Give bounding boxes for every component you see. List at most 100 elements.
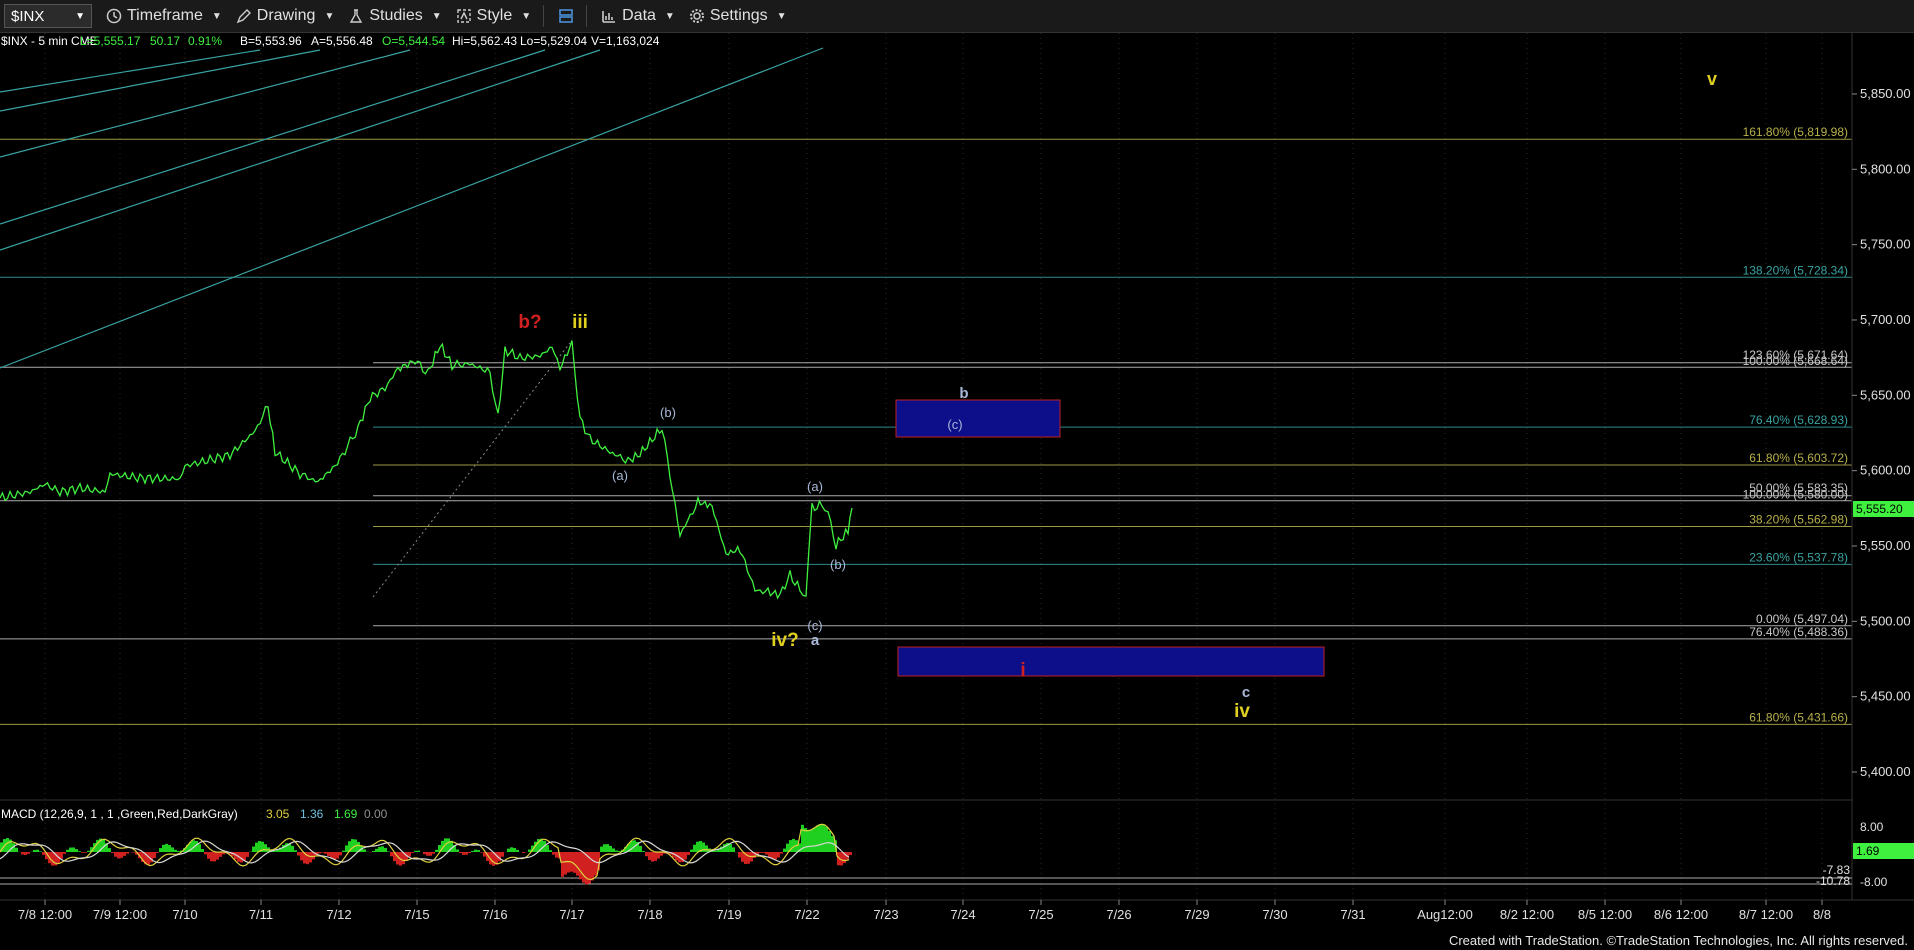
fib-level-label: 38.20% (5,562.98) <box>1749 512 1848 526</box>
settings-menu[interactable]: Settings ▼ <box>689 7 787 25</box>
macd-bar <box>819 824 822 852</box>
macd-bar <box>171 847 174 852</box>
macd-bar <box>687 852 690 855</box>
macd-bar <box>162 844 165 852</box>
timeframe-menu[interactable]: Timeframe ▼ <box>106 7 222 25</box>
chart-toolbar: $INX ▼ Timeframe ▼ Drawing ▼ Studies ▼ Styl… <box>0 0 1914 33</box>
fib-level-label: 138.20% (5,728.34) <box>1743 263 1848 277</box>
wave-label: (c) <box>807 618 822 633</box>
macd-bar <box>372 850 375 852</box>
macd-bar <box>264 844 267 852</box>
macd-bar <box>783 848 786 852</box>
macd-bar <box>333 852 336 860</box>
macd-bar <box>210 852 213 862</box>
macd-bar <box>216 852 219 860</box>
macd-bar <box>153 852 156 859</box>
macd-bar <box>555 852 558 858</box>
time-tick-label: 7/10 <box>172 907 197 922</box>
drawing-menu[interactable]: Drawing ▼ <box>236 7 335 25</box>
macd-last-value: 1.69 <box>1856 844 1880 858</box>
macd-bar <box>768 852 771 857</box>
macd-bar <box>684 852 687 860</box>
wave-label: b? <box>518 312 541 333</box>
macd-bar <box>51 852 54 866</box>
data-menu[interactable]: Data ▼ <box>601 7 675 25</box>
fib-level-label: 23.60% (5,537.78) <box>1749 550 1848 564</box>
caret-icon: ▼ <box>431 10 442 22</box>
caret-icon: ▼ <box>776 10 787 22</box>
style-menu[interactable]: Style ▼ <box>456 7 531 25</box>
header-field: Lo=5,529.04 <box>520 34 587 48</box>
macd-bar <box>108 848 111 852</box>
macd-bar <box>324 852 327 854</box>
price-tick-label: 5,400.00 <box>1860 764 1911 779</box>
macd-bar <box>828 830 831 852</box>
macd-bar <box>579 852 582 880</box>
wave-label: iii <box>572 312 588 333</box>
header-field: O=5,544.54 <box>382 34 445 48</box>
macd-bar <box>549 850 552 852</box>
time-tick-label: 7/15 <box>404 907 429 922</box>
price-tick-label: 5,800.00 <box>1860 161 1911 176</box>
macd-title: MACD (12,26,9, 1 , 1 ,Green,Red,DarkGray… <box>1 807 238 821</box>
macd-value: 1.36 <box>300 807 324 821</box>
studies-label: Studies <box>369 7 423 24</box>
caret-icon: ▼ <box>664 10 675 22</box>
macd-bar <box>657 852 660 859</box>
wave-label: (a) <box>807 479 823 494</box>
caret-icon: ▼ <box>324 10 335 22</box>
macd-bar <box>414 850 417 852</box>
studies-menu[interactable]: Studies ▼ <box>348 7 442 25</box>
macd-bar <box>546 845 549 852</box>
macd-bar <box>246 852 249 857</box>
macd-bar <box>723 844 726 852</box>
macd-bar <box>132 852 135 853</box>
wave-label: (a) <box>612 468 628 483</box>
target-box-b[interactable] <box>895 399 1061 438</box>
header-fields: L=5,555.17 50.17 0.91% B=5,553.96 A=5,556.48… <box>80 34 660 48</box>
header-field: L=5,555.17 <box>80 34 141 48</box>
macd-bar <box>609 845 612 852</box>
flask-icon <box>350 9 363 23</box>
macd-bar <box>456 849 459 852</box>
fib-level-label: 100.00% (5,580.00) <box>1743 488 1848 502</box>
price-tick-label: 5,550.00 <box>1860 538 1911 553</box>
macd-bar <box>84 852 87 853</box>
macd-bar <box>606 844 609 852</box>
chart-canvas[interactable]: $INX - 5 min CME L=5,555.17 50.17 0.91% B=5… <box>0 33 1914 950</box>
macd-axis-label: -8.00 <box>1860 875 1888 889</box>
macd-bar <box>810 829 813 852</box>
macd-bar <box>501 852 504 857</box>
target-box-i[interactable] <box>897 646 1325 677</box>
macd-bar <box>573 852 576 873</box>
macd-bar <box>159 848 162 852</box>
timeframe-label: Timeframe <box>127 7 203 24</box>
wave-label: (c) <box>947 417 962 432</box>
caret-icon: ▼ <box>211 10 222 22</box>
macd-bar <box>471 850 474 852</box>
time-tick-label: 7/30 <box>1262 907 1287 922</box>
time-tick-label: 7/31 <box>1340 907 1365 922</box>
header-field: A=5,556.48 <box>311 34 373 48</box>
symbol-selector[interactable]: $INX ▼ <box>4 4 92 28</box>
time-tick-label: 8/2 12:00 <box>1500 907 1554 922</box>
fib-level-label: 161.80% (5,819.98) <box>1743 125 1848 139</box>
macd-bar <box>207 852 210 859</box>
fib-level-label: 61.80% (5,431.66) <box>1749 710 1848 724</box>
macd-bar <box>255 842 258 852</box>
time-tick-label: 8/7 12:00 <box>1739 907 1793 922</box>
style-icon <box>456 9 471 23</box>
layout-button[interactable] <box>558 8 574 24</box>
macd-bar <box>429 852 432 856</box>
macd-bar <box>513 847 516 852</box>
macd-bar <box>510 847 513 852</box>
macd-bar <box>375 848 378 852</box>
macd-bar <box>378 846 381 852</box>
macd-bar <box>213 852 216 862</box>
bar-chart-icon <box>602 11 616 23</box>
macd-bar <box>693 844 696 852</box>
macd-bar <box>15 847 18 852</box>
price-tick-label: 5,450.00 <box>1860 689 1911 704</box>
macd-axis-label: 8.00 <box>1860 820 1884 834</box>
chevron-down-icon: ▼ <box>75 10 85 22</box>
